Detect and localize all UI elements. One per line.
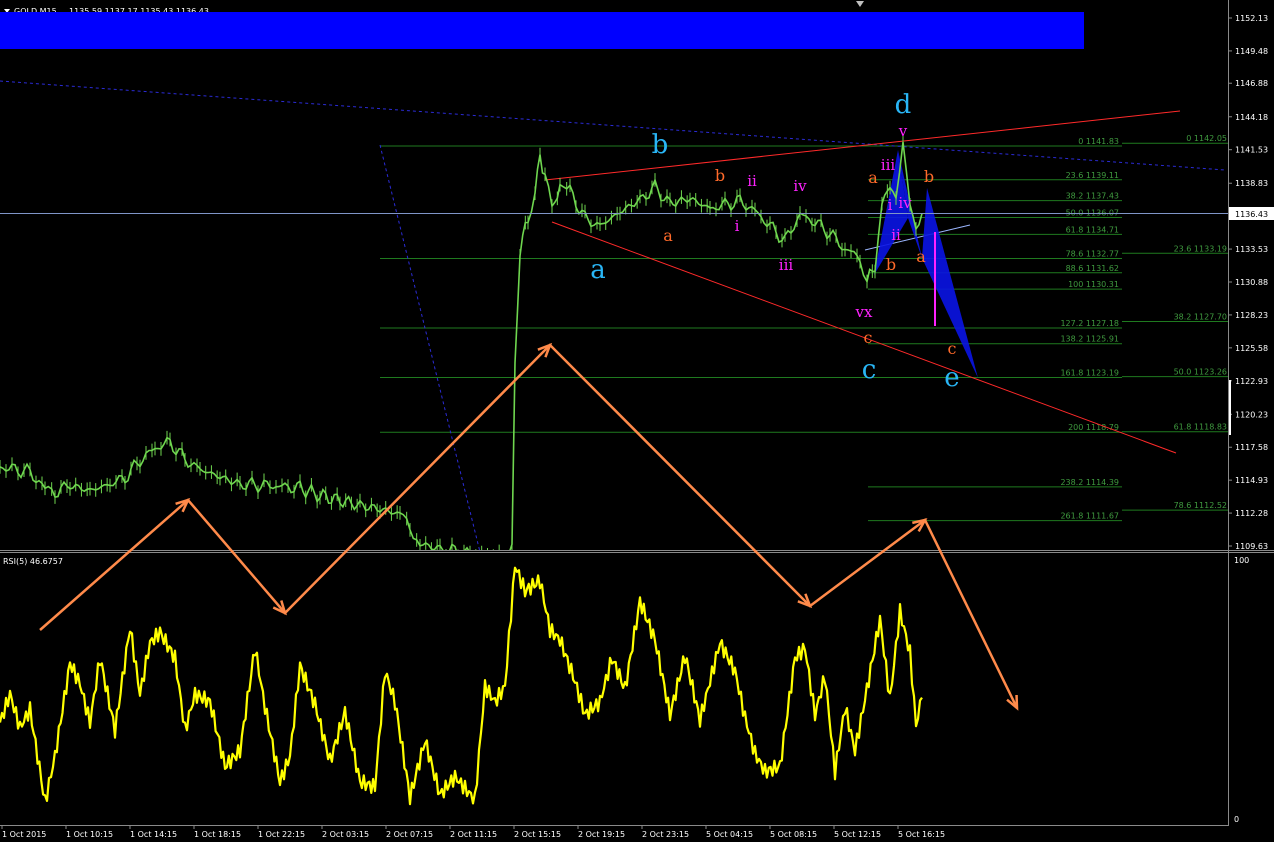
fib-level-label: 78.6 1112.52 (1174, 501, 1227, 510)
price-tick-label: 1146.88 (1235, 79, 1268, 88)
wave-label-i: i (888, 196, 893, 214)
wave-label-i: i (735, 217, 740, 235)
price-tick-label: 1125.58 (1235, 344, 1268, 353)
fib-level-label: 0 1141.83 (1078, 137, 1119, 146)
fib-level-label: 161.8 1123.19 (1060, 369, 1119, 378)
time-tick-label: 5 Oct 16:15 (898, 830, 945, 839)
price-tick-label: 1133.53 (1235, 245, 1268, 254)
wave-label-a: a (590, 255, 606, 285)
price-tick-label: 1109.63 (1235, 542, 1268, 551)
time-axis[interactable]: 1 Oct 2015 1 Oct 10:15 1 Oct 14:15 1 Oct 18… (1, 825, 945, 839)
blue-banner (0, 12, 1084, 49)
wave-label-ii: ii (891, 226, 901, 244)
fib-level-label: 38.2 1137.43 (1066, 192, 1119, 201)
price-line (0, 142, 923, 550)
wave-label-a: a (663, 226, 673, 245)
fib-level-label: 61.8 1134.71 (1066, 225, 1119, 234)
fib-level-label: 88.6 1131.62 (1066, 264, 1119, 273)
price-scale-handle[interactable] (1229, 380, 1231, 435)
chart-frame (0, 0, 1274, 826)
wave-label-ii: ii (747, 172, 757, 190)
dashed-trend-line[interactable] (379, 144, 481, 553)
dashed-trend-line[interactable] (0, 80, 1226, 171)
time-tick-label: 1 Oct 14:15 (130, 830, 177, 839)
price-series (0, 135, 923, 550)
chart-shift-marker-icon[interactable] (856, 1, 864, 7)
fib-level-label: 23.6 1133.19 (1174, 244, 1227, 253)
rsi-level-100: 100 (1234, 556, 1249, 565)
time-tick-label: 2 Oct 07:15 (386, 830, 433, 839)
price-tick-label: 1152.13 (1235, 14, 1268, 23)
trend-lines (0, 80, 1226, 553)
time-tick-label: 1 Oct 10:15 (66, 830, 113, 839)
wave-label-c: c (948, 339, 957, 358)
time-tick-label: 1 Oct 2015 (2, 830, 46, 839)
fib-level-label: 127.2 1127.18 (1060, 319, 1119, 328)
price-chart[interactable]: GOLD,M15 1135.59 1137.17 1135.43 1136.43… (0, 0, 1274, 842)
fib-level-label: 138.2 1125.91 (1060, 335, 1119, 344)
rsi-level-0: 0 (1234, 815, 1239, 824)
price-tick-label: 1117.58 (1235, 443, 1268, 452)
price-tick-label: 1130.88 (1235, 278, 1268, 287)
fib-level-label: 200 1118.79 (1068, 423, 1119, 432)
price-tick-label: 1144.18 (1235, 113, 1268, 122)
wave-projection-arrows (39, 342, 1019, 711)
wave-label-b: b (652, 130, 669, 160)
fib-level-label: 78.6 1132.77 (1066, 250, 1119, 259)
fib-level-label: 23.6 1139.11 (1066, 171, 1119, 180)
wave-label-iv: iv (898, 194, 912, 212)
rsi-line (0, 566, 923, 806)
time-tick-label: 2 Oct 15:15 (514, 830, 561, 839)
time-tick-label: 2 Oct 03:15 (322, 830, 369, 839)
fib-level-label: 100 1130.31 (1068, 280, 1119, 289)
fib-level-label: 50.0 1123.26 (1174, 368, 1227, 377)
time-tick-label: 5 Oct 04:15 (706, 830, 753, 839)
rsi-label: RSI(5) 46.6757 (3, 557, 63, 566)
rsi-series (0, 566, 923, 806)
fib-level-label: 0 1142.05 (1186, 134, 1227, 143)
wave-label-a: a (916, 247, 926, 266)
wave-label-a: a (868, 168, 878, 187)
wave-label-iii: iii (779, 256, 794, 274)
current-price-label: 1136.43 (1235, 210, 1268, 219)
wave-labels: abcdeab acbb acii iviiiivxiiii iviiv (590, 90, 959, 393)
fib-level-label: 38.2 1127.70 (1174, 313, 1227, 322)
fib-level-label: 61.8 1118.83 (1174, 423, 1227, 432)
price-tick-label: 1112.28 (1235, 509, 1268, 518)
wave-label-v: v (898, 122, 908, 140)
price-tick-label: 1128.23 (1235, 311, 1268, 320)
wave-label-c: c (864, 328, 873, 347)
time-tick-label: 2 Oct 23:15 (642, 830, 689, 839)
price-tick-label: 1114.93 (1235, 476, 1268, 485)
time-tick-label: 2 Oct 19:15 (578, 830, 625, 839)
projection-path[interactable] (39, 343, 1019, 709)
wave-label-e: e (944, 363, 959, 393)
price-tick-label: 1120.23 (1235, 410, 1268, 419)
wave-label-c: c (862, 355, 877, 385)
price-tick-label: 1138.83 (1235, 179, 1268, 188)
wave-label-vx: vx (855, 303, 873, 321)
rsi-panel: RSI(5) 46.6757 100 0 (3, 556, 1249, 824)
wave-label-b: b (886, 255, 896, 274)
wave-label-d: d (895, 90, 912, 120)
time-tick-label: 5 Oct 12:15 (834, 830, 881, 839)
price-tick-label: 1141.53 (1235, 146, 1268, 155)
wave-label-iv: iv (793, 177, 807, 195)
time-tick-label: 2 Oct 11:15 (450, 830, 497, 839)
time-tick-label: 5 Oct 08:15 (770, 830, 817, 839)
fib-level-label: 238.2 1114.39 (1060, 478, 1119, 487)
price-tick-label: 1149.48 (1235, 47, 1268, 56)
wave-label-b: b (715, 166, 725, 185)
price-axis[interactable]: 1152.13 1149.48 1146.88 1144.18 1141.53 1138.… (1228, 14, 1268, 551)
time-tick-label: 1 Oct 18:15 (194, 830, 241, 839)
wave-label-iii: iii (881, 156, 896, 174)
price-tick-label: 1122.93 (1235, 377, 1268, 386)
time-tick-label: 1 Oct 22:15 (258, 830, 305, 839)
wave-label-b: b (924, 167, 934, 186)
fib-level-label: 261.8 1111.67 (1060, 512, 1119, 521)
